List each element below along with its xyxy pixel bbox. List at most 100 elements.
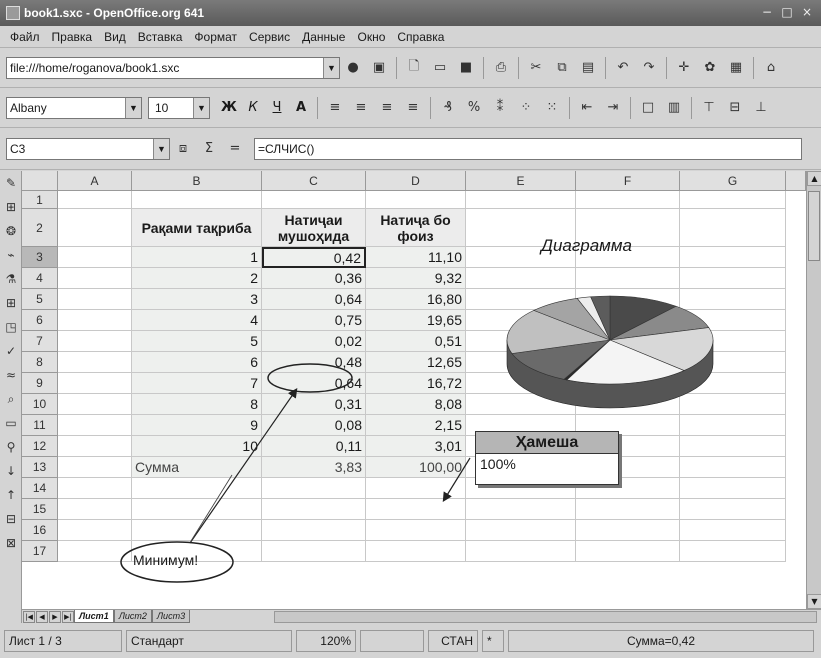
grid-cell[interactable] [680,436,786,457]
grid-cell[interactable] [576,331,680,352]
datapilot-icon[interactable]: ▭ [0,411,22,435]
first-sheet-icon[interactable]: |◀ [23,610,35,623]
grid-cell[interactable] [680,373,786,394]
grid-cell[interactable] [680,520,786,541]
data-sources-icon[interactable]: ▦ [725,57,747,79]
sheet-tab-2[interactable]: Лист2 [113,610,152,623]
select-all-corner[interactable] [22,171,58,191]
grid-cell[interactable] [680,209,786,247]
grid-cell[interactable] [680,499,786,520]
status-zoom[interactable]: 120% [296,629,356,652]
row-header[interactable]: 12 [22,436,58,457]
column-header[interactable]: G [680,171,786,191]
grid-cell[interactable] [576,352,680,373]
table-cell-percent[interactable]: 9,32 [366,268,466,289]
table-cell-observation[interactable]: 0,31 [262,394,366,415]
grid-cell[interactable] [576,310,680,331]
menu-insert[interactable]: Вставка [132,30,189,44]
italic-button[interactable]: К [242,97,264,119]
draw-icon[interactable]: ⌁ [0,243,22,267]
row-header[interactable]: 17 [22,541,58,562]
sum-button[interactable]: Σ [198,138,220,160]
navigator-icon[interactable]: ✛ [673,57,695,79]
increase-indent-icon[interactable]: ⇥ [602,97,624,119]
form-icon[interactable]: ⊞ [0,291,22,315]
filter-icon[interactable]: ⚲ [0,435,22,459]
row-header[interactable]: 6 [22,310,58,331]
function-button[interactable]: = [224,138,246,160]
underline-button[interactable]: Ч [266,97,288,119]
column-header[interactable]: A [58,171,132,191]
menu-edit[interactable]: Правка [46,30,99,44]
paste-icon[interactable]: ▤ [577,57,599,79]
grid-cell[interactable] [58,209,132,247]
table-cell-percent[interactable]: 3,01 [366,436,466,457]
close-button[interactable]: × [799,4,815,20]
sort-ascending-icon[interactable]: ↓ [0,459,22,483]
chevron-down-icon[interactable]: ▼ [193,97,209,118]
status-insert-mode[interactable]: СТАН [428,629,478,652]
row-header[interactable]: 1 [22,191,58,209]
row-header[interactable]: 9 [22,373,58,394]
table-cell-observation[interactable]: 0,64 [262,289,366,310]
menu-view[interactable]: Вид [98,30,132,44]
grid-cell[interactable] [132,478,262,499]
copy-icon[interactable]: ⧉ [551,57,573,79]
grid-cell[interactable] [466,310,576,331]
row-header[interactable]: 10 [22,394,58,415]
grid-cell[interactable] [262,520,366,541]
table-cell-percent[interactable]: 0,51 [366,331,466,352]
chevron-down-icon[interactable]: ▼ [323,57,339,78]
grid-cell[interactable] [262,499,366,520]
grid-cell[interactable] [58,478,132,499]
column-label-percent[interactable]: Натиҷа бо фоиз [366,209,466,247]
grid-cell[interactable] [576,289,680,310]
grid-cell[interactable] [366,478,466,499]
spellcheck-icon[interactable]: ✓ [0,339,22,363]
table-cell-observation[interactable]: 0,64 [262,373,366,394]
table-cell-number[interactable]: 6 [132,352,262,373]
currency-icon[interactable]: ₰ [437,97,459,119]
grid-cell[interactable] [466,394,576,415]
grid-cell[interactable] [132,191,262,209]
grid-cell[interactable] [680,247,786,268]
vertical-scrollbar[interactable]: ▲ ▼ [806,171,821,609]
column-header[interactable]: E [466,171,576,191]
open-folder-icon[interactable]: ▭ [429,57,451,79]
grid-cell[interactable] [466,520,576,541]
undo-icon[interactable]: ↶ [612,57,634,79]
grid-cell[interactable] [58,289,132,310]
grid-cell[interactable] [262,191,366,209]
menu-format[interactable]: Формат [188,30,243,44]
table-cell-number[interactable]: 1 [132,247,262,268]
edit-file-icon[interactable]: ▣ [368,57,390,79]
table-cell-number[interactable]: 4 [132,310,262,331]
grid-cell[interactable] [366,499,466,520]
insert-icon[interactable]: ⊞ [0,195,22,219]
row-header[interactable]: 8 [22,352,58,373]
background-color-icon[interactable]: ▥ [663,97,685,119]
cut-icon[interactable]: ✂ [525,57,547,79]
grid-cell[interactable] [576,541,680,562]
grid-cell[interactable] [680,268,786,289]
grid-cell[interactable] [680,415,786,436]
grid-cell[interactable] [366,191,466,209]
row-header[interactable]: 5 [22,289,58,310]
function-wizard-icon[interactable]: ⧈ [172,138,194,160]
horizontal-scrollbar[interactable] [274,610,817,623]
chevron-down-icon[interactable]: ▼ [125,97,141,118]
insert-chart-icon[interactable]: ⚗ [0,267,22,291]
column-label-observation[interactable]: Натиҷаи мушоҳида [262,209,366,247]
gallery-icon[interactable]: ✿ [699,57,721,79]
formula-input[interactable]: =СЛЧИС() [254,137,802,160]
grid-cell[interactable] [58,191,132,209]
grid-cell[interactable] [58,436,132,457]
active-cell[interactable]: 0,42 [262,247,366,268]
stop-icon[interactable]: ● [342,57,364,79]
sheet-tab-3[interactable]: Лист3 [151,610,191,623]
maximize-button[interactable]: □ [779,4,795,20]
justify-icon[interactable]: ≡ [402,97,424,119]
find-icon[interactable]: ⌕ [0,387,22,411]
align-top-icon[interactable]: ⊤ [698,97,720,119]
last-sheet-icon[interactable]: ▶| [62,610,74,623]
